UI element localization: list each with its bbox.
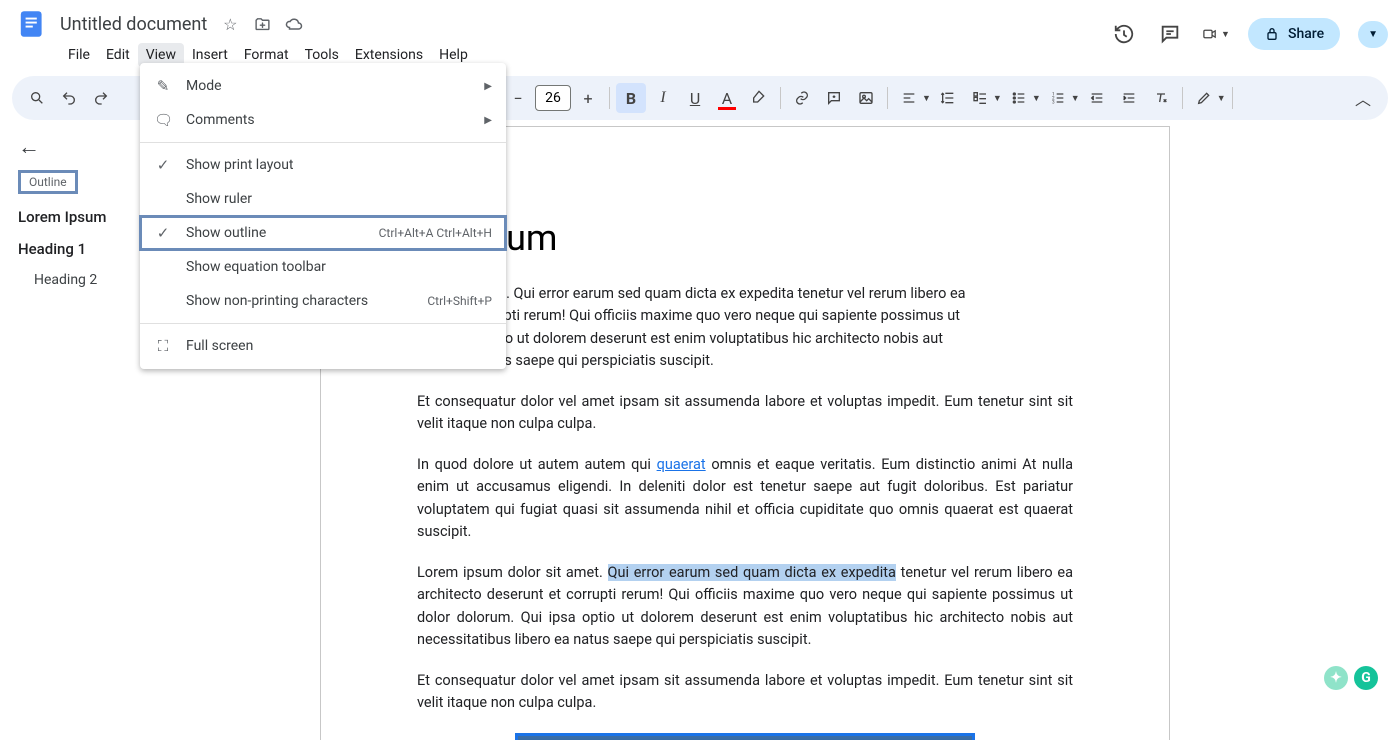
menu-mode[interactable]: ✎ Mode ▶ [140, 69, 506, 103]
menu-show-outline[interactable]: ✓ Show outline Ctrl+Alt+A Ctrl+Alt+H [140, 216, 506, 250]
svg-text:3: 3 [1052, 99, 1055, 105]
menu-comments[interactable]: 🗨 Comments ▶ [140, 103, 506, 137]
pencil-icon: ✎ [154, 77, 172, 95]
bold-button[interactable]: B [616, 83, 646, 113]
paragraph: Lorem ipsum dolor sit amet. Qui error ea… [417, 562, 1073, 652]
underline-button[interactable]: U [680, 83, 710, 113]
clear-formatting-icon[interactable] [1146, 83, 1176, 113]
editing-mode-button[interactable] [1189, 83, 1219, 113]
meet-icon[interactable]: ▼ [1202, 20, 1230, 48]
bulleted-list-button[interactable] [1004, 83, 1034, 113]
text-color-button[interactable]: A [712, 83, 742, 113]
document-image[interactable] [515, 733, 975, 740]
share-more-button[interactable]: ▼ [1358, 21, 1388, 48]
submenu-arrow-icon: ▶ [484, 81, 492, 92]
document-title[interactable]: Untitled document [60, 14, 207, 35]
paragraph: Et consequatur dolor vel amet ipsam sit … [417, 391, 1073, 436]
comment-icon: 🗨 [154, 111, 172, 129]
menu-show-equation-toolbar[interactable]: Show equation toolbar [140, 250, 506, 284]
menu-show-nonprinting[interactable]: Show non-printing characters Ctrl+Shift+… [140, 284, 506, 318]
menu-show-ruler[interactable]: Show ruler [140, 182, 506, 216]
submenu-arrow-icon: ▶ [484, 115, 492, 126]
font-size-input[interactable] [535, 85, 571, 111]
menu-edit[interactable]: Edit [98, 43, 138, 67]
view-menu-dropdown: ✎ Mode ▶ 🗨 Comments ▶ ✓ Show print layou… [140, 63, 506, 369]
menu-show-print-layout[interactable]: ✓ Show print layout [140, 148, 506, 182]
insert-link-icon[interactable] [787, 83, 817, 113]
paragraph: Et consequatur dolor vel amet ipsam sit … [417, 670, 1073, 715]
insert-image-icon[interactable] [851, 83, 881, 113]
indent-decrease-icon[interactable] [1082, 83, 1112, 113]
italic-button[interactable]: I [648, 83, 678, 113]
document-heading: m Ipsum [417, 217, 1073, 259]
share-label: Share [1288, 26, 1324, 42]
highlight-button[interactable] [744, 83, 774, 113]
paragraph: dolor sit amet. Qui error earum sed quam… [417, 283, 1073, 373]
history-icon[interactable] [1110, 20, 1138, 48]
fullscreen-icon: ⛶ [154, 337, 172, 355]
cloud-status-icon[interactable] [285, 15, 303, 33]
outline-label: Outline [18, 170, 78, 194]
align-button[interactable] [894, 83, 924, 113]
checklist-button[interactable] [965, 83, 995, 113]
grammarly-suggestion-icon[interactable]: ✦ [1324, 666, 1348, 690]
share-button[interactable]: Share [1248, 18, 1340, 50]
menu-file[interactable]: File [60, 43, 98, 67]
grammarly-icon[interactable]: G [1354, 666, 1378, 690]
selected-text: Qui error earum sed quam dicta ex expedi… [608, 564, 896, 581]
font-size-decrease[interactable]: − [503, 83, 533, 113]
comments-icon[interactable] [1156, 20, 1184, 48]
collapse-toolbar-icon[interactable]: ︿ [1348, 83, 1378, 113]
check-icon: ✓ [154, 224, 172, 242]
font-size-increase[interactable]: + [573, 83, 603, 113]
insert-comment-icon[interactable] [819, 83, 849, 113]
check-icon: ✓ [154, 156, 172, 174]
redo-icon[interactable] [86, 83, 116, 113]
docs-logo-icon[interactable] [12, 4, 52, 44]
search-icon[interactable] [22, 83, 52, 113]
paragraph: In quod dolore ut autem autem qui quaera… [417, 454, 1073, 544]
numbered-list-button[interactable]: 123 [1043, 83, 1073, 113]
line-spacing-button[interactable] [933, 83, 963, 113]
move-icon[interactable] [253, 15, 271, 33]
indent-increase-icon[interactable] [1114, 83, 1144, 113]
menu-full-screen[interactable]: ⛶ Full screen [140, 329, 506, 363]
star-icon[interactable]: ☆ [221, 15, 239, 33]
document-link[interactable]: quaerat [657, 456, 706, 473]
undo-icon[interactable] [54, 83, 84, 113]
